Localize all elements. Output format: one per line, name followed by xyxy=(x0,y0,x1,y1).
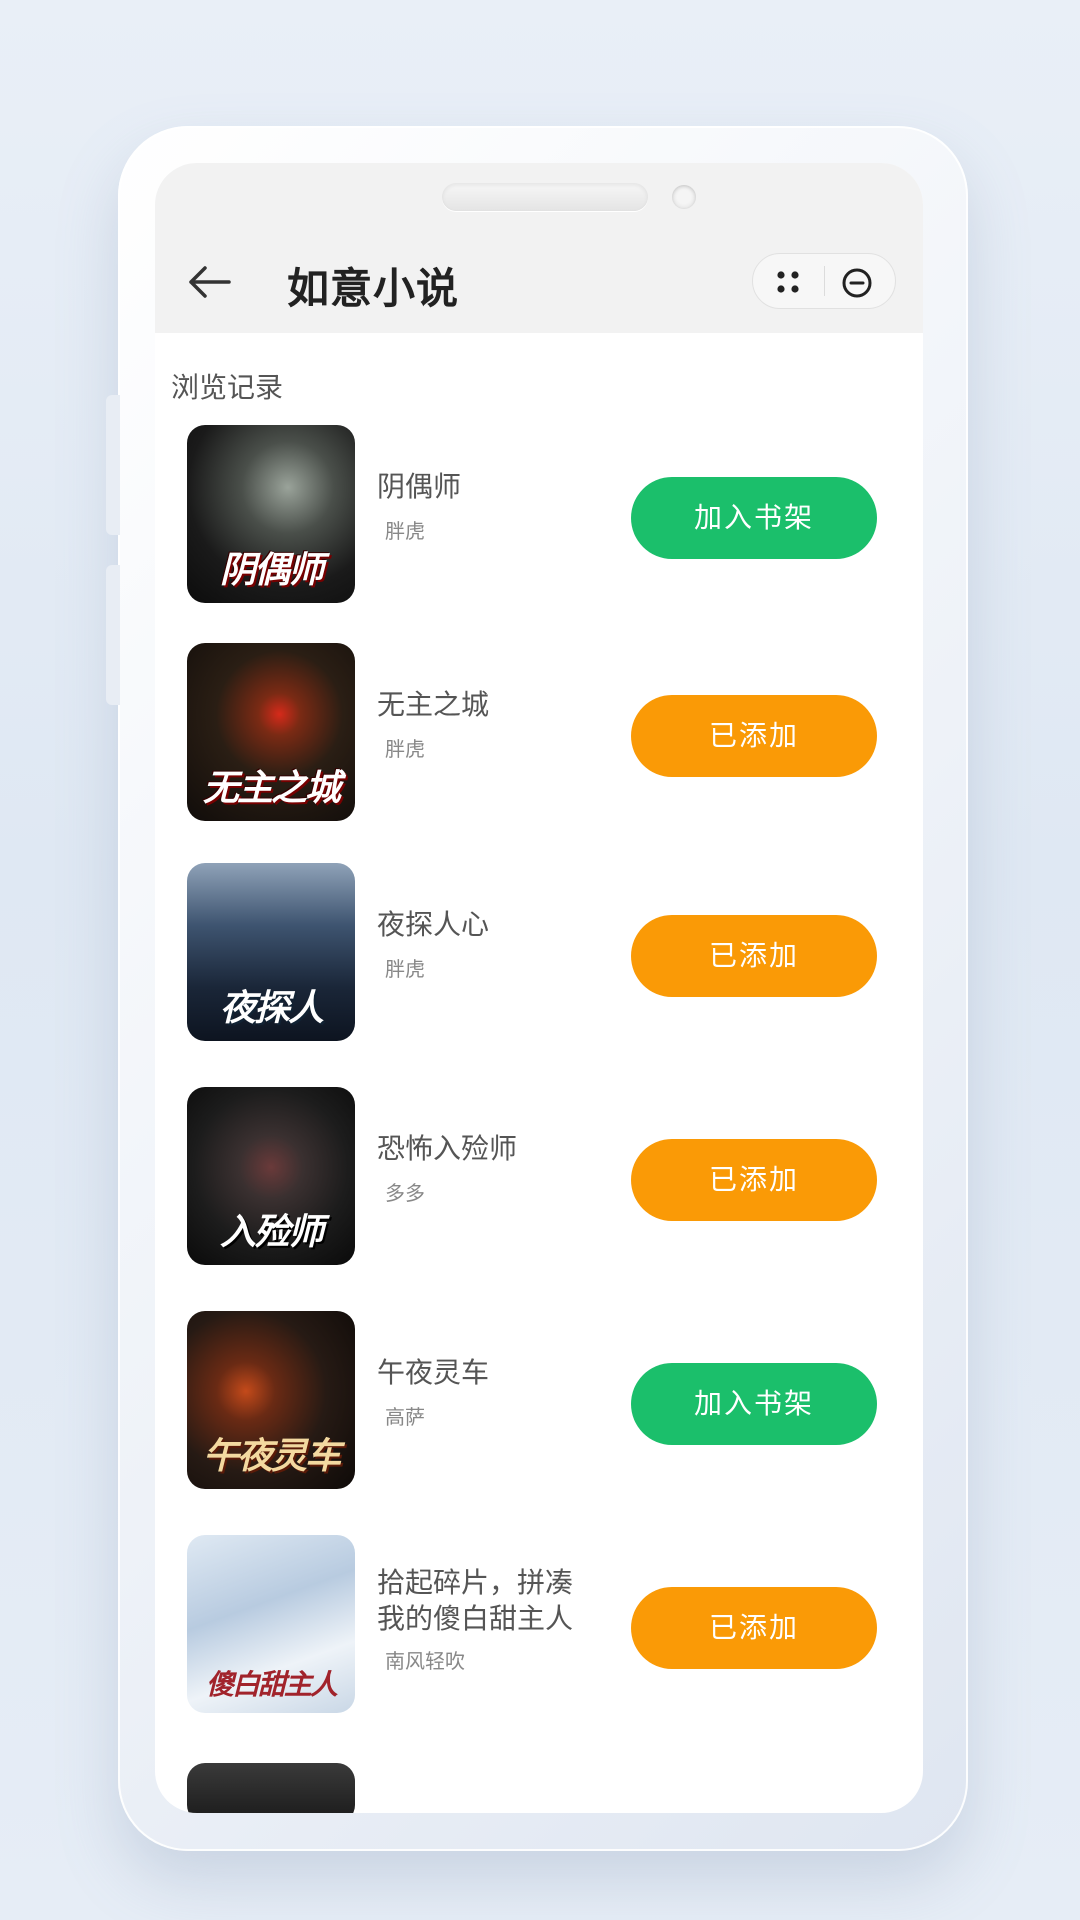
list-item[interactable] xyxy=(155,1763,923,1813)
dots-grid-icon[interactable] xyxy=(775,268,803,296)
book-author: 高萨 xyxy=(385,1405,425,1429)
list-item[interactable]: 夜探人 夜探人心 胖虎 已添加 xyxy=(155,863,923,1043)
book-cover[interactable] xyxy=(187,1763,355,1813)
arrow-left-icon[interactable] xyxy=(185,257,235,307)
volume-down-button xyxy=(106,565,120,705)
add-to-shelf-button[interactable]: 加入书架 xyxy=(631,1363,877,1445)
list-item[interactable]: 午夜灵车 午夜灵车 高萨 加入书架 xyxy=(155,1311,923,1491)
book-title: 阴偶师 xyxy=(377,470,462,503)
book-cover[interactable]: 夜探人 xyxy=(187,863,355,1041)
book-cover[interactable]: 阴偶师 xyxy=(187,425,355,603)
list-item[interactable]: 无主之城 无主之城 胖虎 已添加 xyxy=(155,643,923,823)
added-button[interactable]: 已添加 xyxy=(631,1587,877,1669)
front-camera xyxy=(672,185,696,209)
page-title: 如意小说 xyxy=(287,264,460,313)
book-title: 午夜灵车 xyxy=(377,1356,490,1389)
list-item[interactable]: 傻白甜主人 拾起碎片，拼凑 我的傻白甜主人 南风轻吹 已添加 xyxy=(155,1535,923,1715)
capsule-divider xyxy=(824,266,825,296)
book-cover[interactable]: 无主之城 xyxy=(187,643,355,821)
book-cover[interactable]: 傻白甜主人 xyxy=(187,1535,355,1713)
minus-circle-icon[interactable] xyxy=(841,267,873,299)
book-title: 夜探人心 xyxy=(377,908,490,941)
book-title-line-1: 拾起碎片，拼凑 xyxy=(377,1566,574,1599)
book-author: 南风轻吹 xyxy=(385,1649,465,1673)
volume-up-button xyxy=(106,395,120,535)
book-author: 胖虎 xyxy=(385,957,425,981)
book-cover[interactable]: 午夜灵车 xyxy=(187,1311,355,1489)
header: 如意小说 xyxy=(155,163,923,333)
book-title: 恐怖入殓师 xyxy=(377,1132,518,1165)
list-item[interactable]: 阴偶师 阴偶师 胖虎 加入书架 xyxy=(155,425,923,605)
app-screen: 如意小说 浏览记录 阴偶师 阴偶师 胖虎 加入书架 无主之城 无主之城 胖虎 已… xyxy=(155,163,923,1813)
mini-program-capsule xyxy=(752,253,896,309)
section-title: 浏览记录 xyxy=(171,371,284,404)
added-button[interactable]: 已添加 xyxy=(631,695,877,777)
book-cover[interactable]: 入殓师 xyxy=(187,1087,355,1265)
book-author: 胖虎 xyxy=(385,737,425,761)
book-author: 多多 xyxy=(385,1181,425,1205)
book-author: 胖虎 xyxy=(385,519,425,543)
added-button[interactable]: 已添加 xyxy=(631,915,877,997)
book-title-line-2: 我的傻白甜主人 xyxy=(377,1602,574,1635)
list-item[interactable]: 入殓师 恐怖入殓师 多多 已添加 xyxy=(155,1087,923,1267)
added-button[interactable]: 已添加 xyxy=(631,1139,877,1221)
speaker-grille xyxy=(442,183,648,211)
book-title: 无主之城 xyxy=(377,688,490,721)
add-to-shelf-button[interactable]: 加入书架 xyxy=(631,477,877,559)
